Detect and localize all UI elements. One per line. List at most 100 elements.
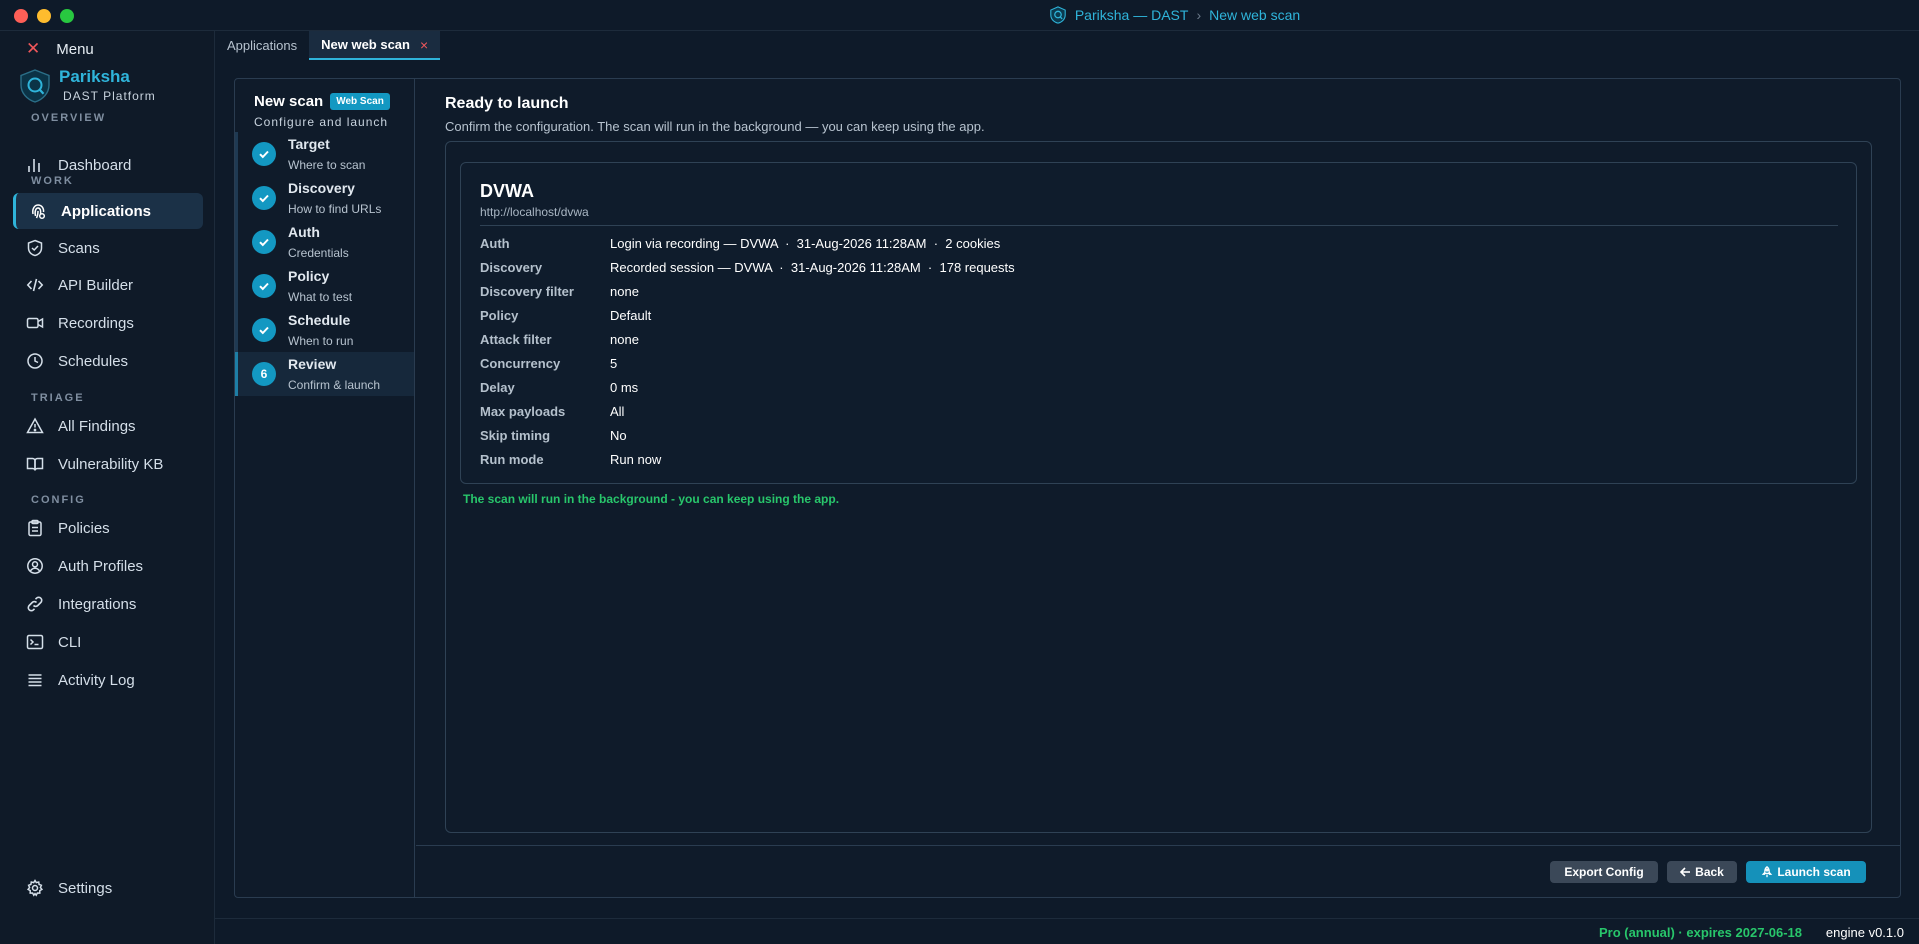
sidebar-item-label: Dashboard: [58, 156, 132, 174]
sidebar-item-settings[interactable]: Settings: [13, 870, 203, 906]
step-schedule[interactable]: Schedule When to run: [235, 308, 414, 352]
summary-value: Login via recording — DVWA · 31-Aug-2026…: [610, 236, 1001, 251]
tab-new-web-scan[interactable]: New web scan ×: [309, 31, 441, 60]
button-label: Export Config: [1564, 865, 1644, 879]
step-name: Review: [288, 356, 337, 372]
status-bar: Pro (annual) · expires 2027-06-18 engine…: [215, 918, 1919, 944]
summary-value: none: [610, 284, 639, 299]
sidebar: ✕ Menu Pariksha DAST Platform OVERVIEW D…: [0, 31, 215, 944]
sidebar-item-applications[interactable]: Applications: [13, 193, 203, 229]
section-triage: TRIAGE: [31, 392, 85, 404]
divider: [480, 225, 1838, 226]
wizard-steps: New scan Web Scan Configure and launch T…: [235, 79, 415, 897]
step-description: How to find URLs: [288, 202, 382, 216]
sidebar-item-auth-profiles[interactable]: Auth Profiles: [13, 548, 203, 584]
tab-applications[interactable]: Applications: [215, 31, 309, 60]
step-name: Auth: [288, 224, 320, 240]
sidebar-item-label: CLI: [58, 633, 82, 651]
summary-key: Auth: [480, 236, 510, 251]
user-circle-icon: [27, 558, 43, 574]
engine-version: engine v0.1.0: [1825, 925, 1904, 940]
app-logo-icon: [1050, 6, 1066, 24]
shield-check-icon: [27, 239, 43, 257]
step-policy[interactable]: Policy What to test: [235, 264, 414, 308]
summary-key: Attack filter: [480, 332, 552, 347]
summary-value: Default: [610, 308, 652, 323]
back-button[interactable]: Back: [1667, 861, 1737, 883]
clipboard-icon: [28, 519, 42, 537]
sidebar-item-label: Policies: [58, 519, 110, 537]
launch-scan-button[interactable]: Launch scan: [1746, 861, 1866, 883]
window-title-separator: ›: [1196, 7, 1202, 23]
summary-row-discovery: Discovery Recorded session — DVWA · 31-A…: [480, 260, 1015, 275]
section-overview: OVERVIEW: [31, 112, 107, 124]
sidebar-item-schedules[interactable]: Schedules: [13, 343, 203, 379]
step-description: Where to scan: [288, 158, 366, 172]
summary-row-skip-timing: Skip timing No: [480, 428, 627, 443]
step-number: 6: [252, 362, 276, 386]
terminal-icon: [26, 634, 44, 650]
button-label: Launch scan: [1777, 865, 1851, 879]
review-container: DVWA http://localhost/dvwa Auth Login vi…: [445, 141, 1872, 833]
minimize-window-button[interactable]: [37, 9, 51, 23]
sidebar-item-cli[interactable]: CLI: [13, 624, 203, 660]
application-name: DVWA: [480, 181, 534, 201]
step-discovery[interactable]: Discovery How to find URLs: [235, 176, 414, 220]
maximize-window-button[interactable]: [60, 9, 74, 23]
sidebar-item-integrations[interactable]: Integrations: [13, 586, 203, 622]
gear-icon: [26, 879, 44, 897]
sidebar-item-label: Recordings: [58, 314, 134, 332]
sidebar-item-policies[interactable]: Policies: [13, 510, 203, 546]
step-name: Schedule: [288, 312, 351, 328]
window-title: Pariksha — DAST › New web scan: [1049, 6, 1300, 24]
arrow-left-icon: [1680, 867, 1691, 877]
tab-strip: Applications New web scan ×: [215, 31, 441, 60]
summary-key: Skip timing: [480, 428, 551, 443]
close-menu-icon[interactable]: ✕: [26, 39, 40, 59]
fingerprint-icon: [32, 204, 46, 220]
brand-subtitle: DAST Platform: [63, 89, 156, 103]
sidebar-item-label: Settings: [58, 879, 113, 897]
summary-key: Delay: [480, 380, 515, 395]
brand-name: Pariksha: [59, 67, 130, 86]
step-description: Confirm & launch: [288, 378, 381, 392]
step-auth[interactable]: Auth Credentials: [235, 220, 414, 264]
sidebar-item-label: Integrations: [58, 595, 137, 613]
bar-chart-icon: [28, 159, 40, 172]
step-complete-icon: [252, 230, 276, 254]
summary-value: 0 ms: [610, 380, 639, 395]
background-run-note: The scan will run in the background - yo…: [463, 492, 840, 506]
close-window-button[interactable]: [14, 9, 28, 23]
export-config-button[interactable]: Export Config: [1550, 861, 1658, 883]
step-review[interactable]: 6 Review Confirm & launch: [235, 352, 414, 396]
brand: Pariksha DAST Platform: [19, 67, 156, 103]
link-icon: [27, 596, 43, 612]
sidebar-item-scans[interactable]: Scans: [13, 230, 203, 266]
sidebar-item-api-builder[interactable]: API Builder: [13, 267, 203, 303]
sidebar-item-label: Auth Profiles: [58, 557, 144, 575]
clock-icon: [27, 353, 43, 369]
scan-wizard: New scan Web Scan Configure and launch T…: [234, 78, 1901, 898]
license-status: Pro (annual) · expires 2027-06-18: [1598, 925, 1802, 940]
menu-toggle[interactable]: ✕ Menu: [26, 39, 94, 59]
sidebar-item-recordings[interactable]: Recordings: [13, 305, 203, 341]
sidebar-item-label: Activity Log: [58, 671, 135, 689]
summary-row-discovery-filter: Discovery filter none: [480, 284, 639, 299]
sidebar-item-label: Scans: [58, 239, 100, 257]
menu-label: Menu: [56, 40, 94, 58]
review-title: Ready to launch: [445, 95, 569, 112]
summary-value: Run now: [610, 452, 662, 467]
code-icon: [26, 278, 44, 292]
step-complete-icon: [252, 186, 276, 210]
sidebar-item-activity-log[interactable]: Activity Log: [13, 662, 203, 698]
close-tab-icon[interactable]: ×: [420, 37, 428, 53]
sidebar-item-label: Applications: [61, 202, 152, 220]
sidebar-item-all-findings[interactable]: All Findings: [13, 408, 203, 444]
summary-row-run-mode: Run mode Run now: [480, 452, 661, 467]
summary-key: Concurrency: [480, 356, 561, 371]
step-complete-icon: [252, 142, 276, 166]
sidebar-item-vulnerability-kb[interactable]: Vulnerability KB: [13, 446, 203, 482]
sidebar-item-label: API Builder: [58, 276, 134, 294]
step-target[interactable]: Target Where to scan: [235, 132, 414, 176]
summary-key: Discovery: [480, 260, 543, 275]
